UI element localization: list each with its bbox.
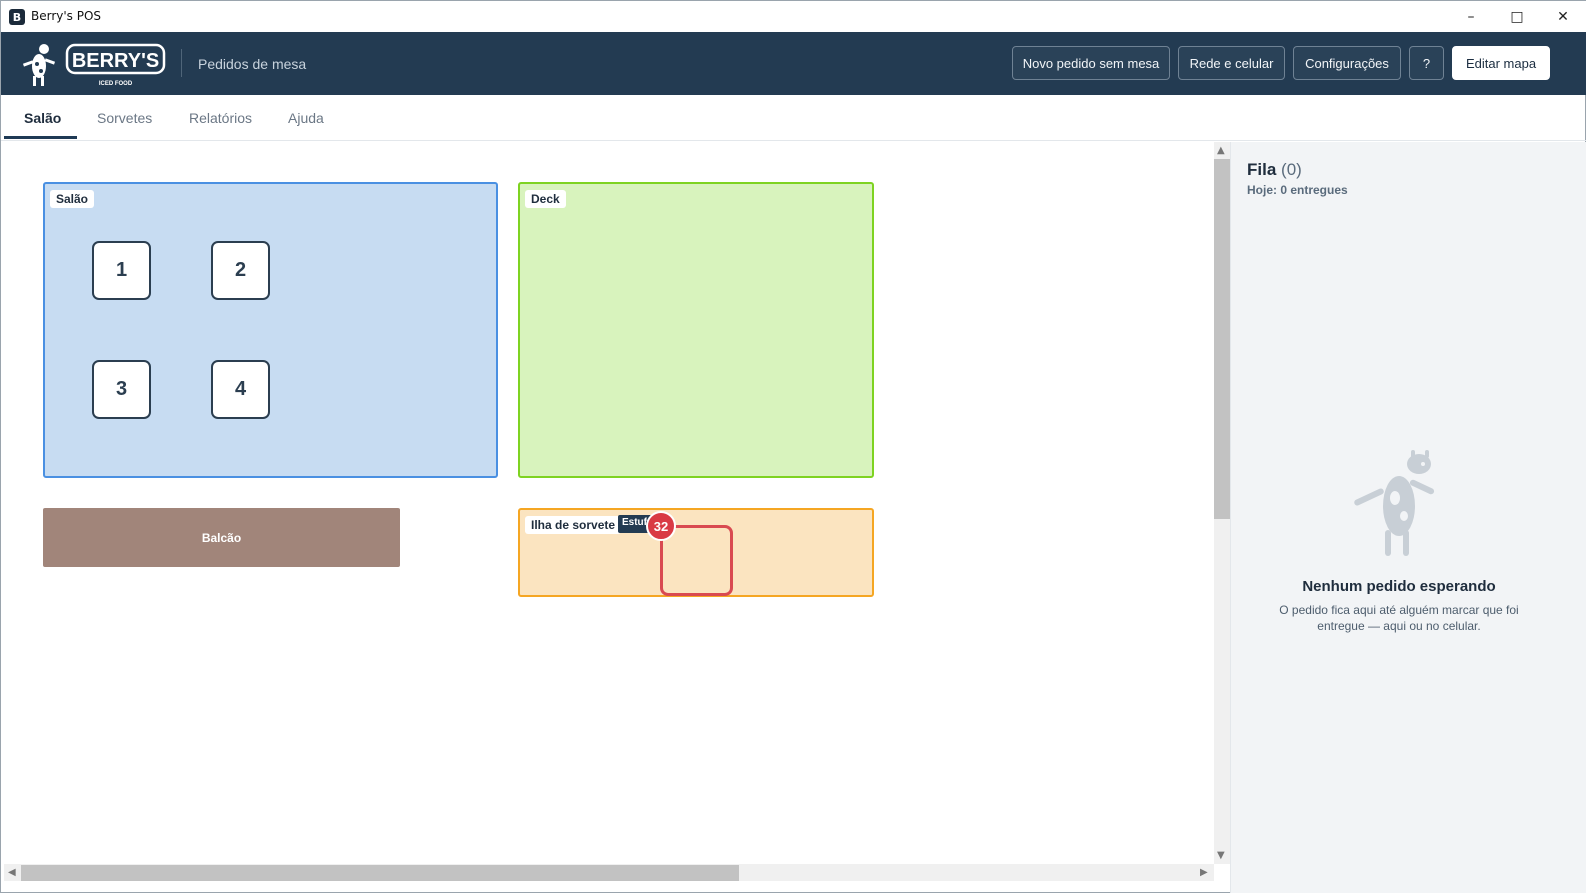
queue-count: (0) [1281,160,1302,179]
settings-button[interactable]: Configurações [1293,46,1401,80]
app-window: B Berry's POS – □ ✕ BERRY'S ICED FOOD Pe… [0,0,1586,893]
table-3[interactable]: 3 [92,360,151,419]
scroll-left-icon[interactable]: ◀ [8,867,16,878]
queue-empty-text: O pedido fica aqui até alguém marcar que… [1279,603,1519,633]
svg-text:BERRY'S: BERRY'S [72,50,159,72]
window-title: Berry's POS [31,9,102,23]
balcao-counter[interactable]: Balcão [43,508,400,567]
tab-salao[interactable]: Salão [24,95,61,141]
zone-label-ilha: Ilha de sorvete [525,516,622,534]
header-divider [181,49,182,77]
scroll-up-icon[interactable]: ▲ [1217,145,1225,156]
table-1[interactable]: 1 [92,241,151,300]
zone-salao[interactable]: Salão 1 2 3 4 [43,182,498,478]
table-2[interactable]: 2 [211,241,270,300]
tab-bar: Salão Sorvetes Relatórios Ajuda [1,95,1586,141]
tab-relatorios[interactable]: Relatórios [189,95,252,141]
new-order-button[interactable]: Novo pedido sem mesa [1012,46,1170,80]
queue-today: Hoje: 0 entregues [1247,183,1348,197]
network-button[interactable]: Rede e celular [1178,46,1285,80]
app-icon: B [9,9,25,25]
zone-deck[interactable]: Deck [518,182,874,478]
map-horizontal-scroll-thumb[interactable] [21,865,739,881]
scroll-right-icon[interactable]: ▶ [1200,867,1208,878]
tab-ajuda[interactable]: Ajuda [288,95,324,141]
map-vertical-scroll-thumb[interactable] [1214,159,1230,519]
minimize-button[interactable]: – [1448,1,1494,32]
app-header: BERRY'S ICED FOOD Pedidos de mesa Novo p… [1,32,1586,95]
header-subtitle: Pedidos de mesa [198,56,307,72]
table-4[interactable]: 4 [211,360,270,419]
title-bar: B Berry's POS – □ ✕ [1,1,1586,32]
active-tab-indicator [4,136,77,139]
zone-label-salao: Salão [50,190,95,208]
edit-map-button[interactable]: Editar mapa [1452,46,1550,80]
queue-empty-title: Nenhum pedido esperando [1302,578,1496,595]
tab-sorvetes[interactable]: Sorvetes [97,95,152,141]
estufa-badge: 32 [646,511,676,541]
help-button[interactable]: ? [1409,46,1444,80]
queue-title: Fila (0) [1247,160,1302,180]
berrys-logo: BERRY'S ICED FOOD [22,43,166,87]
svg-text:ICED FOOD: ICED FOOD [99,81,133,87]
scroll-down-icon[interactable]: ▼ [1217,850,1225,861]
maximize-button[interactable]: □ [1494,1,1540,32]
floor-map[interactable]: Salão 1 2 3 4 Deck Balcão Ilha de sorvet… [4,142,1214,864]
zone-label-deck: Deck [525,190,566,208]
cow-mascot-icon [1354,450,1435,556]
close-button[interactable]: ✕ [1540,1,1586,32]
queue-panel: Fila (0) Hoje: 0 entregues Nenhum pedido… [1230,142,1586,893]
queue-title-text: Fila [1247,160,1277,179]
